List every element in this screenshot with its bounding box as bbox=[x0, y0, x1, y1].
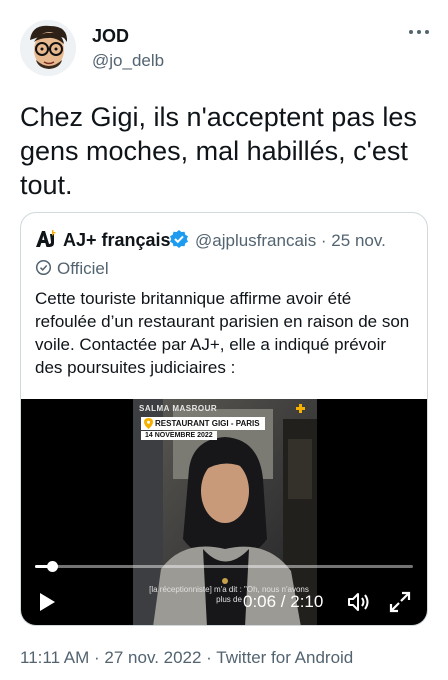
fullscreen-button[interactable] bbox=[389, 591, 411, 613]
video-location-text: RESTAURANT GIGI - PARIS bbox=[155, 419, 260, 428]
verified-badge-icon bbox=[169, 229, 189, 249]
official-label-icon bbox=[35, 259, 52, 276]
location-pin-icon bbox=[144, 418, 153, 429]
video-time: 0:06 / 2:10 bbox=[243, 592, 324, 611]
more-horizontal-icon[interactable] bbox=[406, 24, 432, 40]
video-source-tag: SALMA MASROUR bbox=[139, 404, 218, 413]
ajplus-logo-icon bbox=[35, 229, 57, 249]
video-date-tag: 14 NOVEMBRE 2022 bbox=[141, 431, 217, 440]
video-player[interactable]: SALMA MASROUR RESTAURANT GIGI - PARIS 14… bbox=[21, 399, 427, 625]
ajplus-watermark-icon bbox=[296, 404, 305, 413]
play-button[interactable] bbox=[37, 592, 57, 612]
volume-button[interactable] bbox=[347, 591, 371, 613]
volume-icon bbox=[348, 593, 369, 611]
video-location-tag: RESTAURANT GIGI - PARIS bbox=[141, 417, 265, 430]
video-progress-bar[interactable] bbox=[35, 561, 413, 572]
fullscreen-icon bbox=[389, 591, 411, 613]
author-handle[interactable]: @jo_delb bbox=[92, 51, 164, 71]
quoted-handle-date[interactable]: @ajplusfrancais · 25 nov. bbox=[195, 231, 386, 251]
avatar[interactable] bbox=[20, 20, 76, 76]
video-progress-handle[interactable] bbox=[47, 561, 59, 572]
official-label: Officiel bbox=[57, 259, 109, 278]
tweet-text: Chez Gigi, ils n'acceptent pas les gens … bbox=[20, 102, 417, 200]
caricature-avatar-icon bbox=[20, 20, 76, 76]
quoted-author-name[interactable]: AJ+ français bbox=[63, 230, 171, 251]
quoted-tweet-card[interactable]: AJ+ français @ajplusfrancais · 25 nov. O… bbox=[20, 212, 428, 626]
author-name[interactable]: JOD bbox=[92, 26, 129, 47]
tweet-timestamp[interactable]: 11:11 AM · 27 nov. 2022 · Twitter for An… bbox=[20, 648, 353, 668]
play-icon bbox=[40, 593, 55, 611]
quoted-tweet-text: Cette touriste britannique affirme avoir… bbox=[35, 289, 410, 377]
